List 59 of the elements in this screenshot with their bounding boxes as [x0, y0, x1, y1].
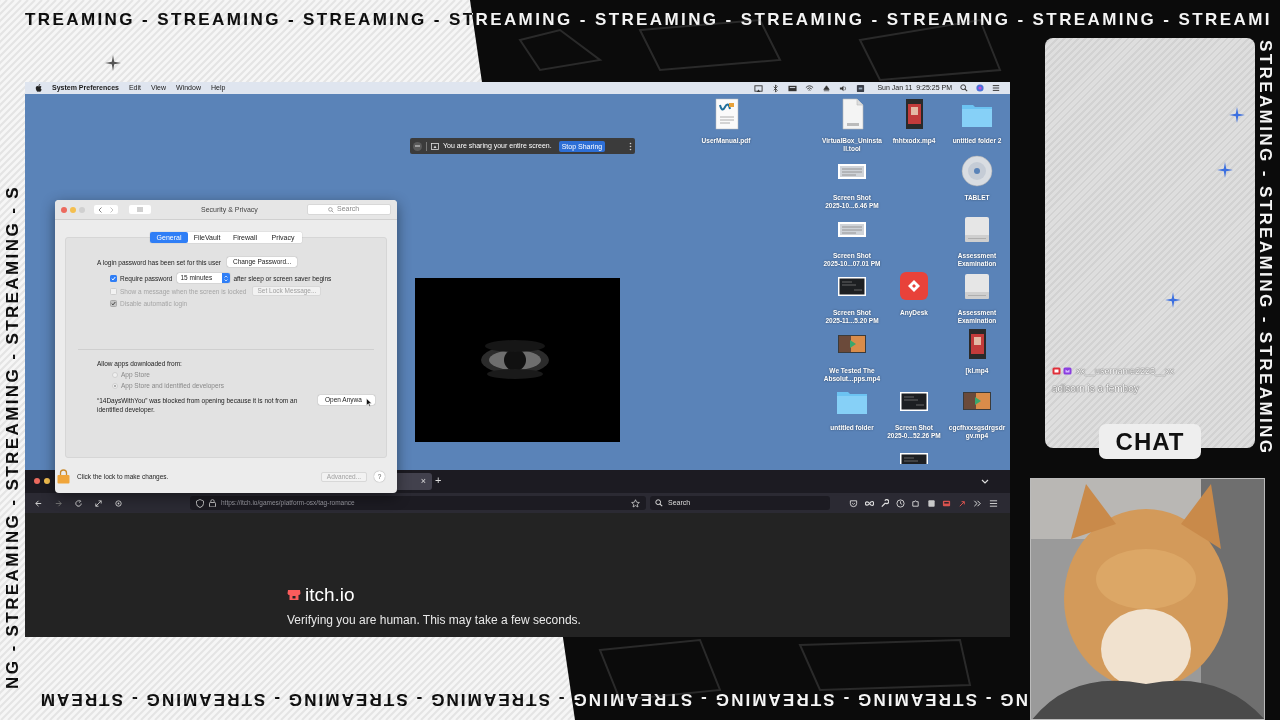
- search-icon: [328, 206, 334, 213]
- search-icon[interactable]: [960, 84, 968, 92]
- keyboard-icon[interactable]: [788, 83, 798, 93]
- sparkle-icon: [1229, 107, 1245, 123]
- browser-tab[interactable]: ×: [397, 473, 432, 490]
- chat-label: CHAT: [1099, 424, 1201, 459]
- itch-logo-icon: [287, 589, 301, 601]
- checkbox[interactable]: [110, 274, 117, 282]
- tab-close-button[interactable]: ×: [420, 477, 426, 486]
- wifi-icon[interactable]: [805, 83, 815, 93]
- chevron-right-icon: [110, 206, 114, 213]
- reload-icon[interactable]: [74, 498, 83, 508]
- apple-logo-icon[interactable]: [35, 84, 42, 92]
- bookmark-star-icon[interactable]: [631, 498, 640, 508]
- sparkle-icon: [1217, 162, 1233, 178]
- chevron-down-icon[interactable]: [981, 479, 989, 484]
- banner-text: NG - STREAMING - STREAMING - STREAMING - S: [3, 183, 23, 689]
- collapse-button[interactable]: [413, 141, 422, 151]
- clock-icon[interactable]: [895, 498, 905, 508]
- disc-icon[interactable]: [961, 155, 993, 187]
- badge-icon: [1063, 367, 1072, 376]
- lock-icon[interactable]: [209, 499, 216, 507]
- close-button[interactable]: [34, 478, 40, 484]
- back-icon[interactable]: [34, 498, 43, 508]
- pocket-icon[interactable]: [849, 498, 858, 508]
- extension-icon[interactable]: [926, 498, 936, 508]
- app-icon[interactable]: [898, 270, 930, 302]
- verification-message: Verifying you are human. This may take a few seconds.: [287, 613, 582, 627]
- search-icon: [655, 499, 663, 507]
- volume-icon[interactable]: [839, 83, 849, 93]
- screen-share-icon: [431, 142, 439, 150]
- minus-icon: [415, 145, 420, 147]
- eject-icon[interactable]: [822, 83, 832, 93]
- siri-icon[interactable]: [976, 84, 984, 92]
- cursor-icon: [366, 398, 372, 407]
- chevron-left-icon: [98, 206, 102, 213]
- shield-icon[interactable]: [196, 498, 204, 508]
- menu-icon[interactable]: [988, 498, 998, 508]
- minimize-button[interactable]: [44, 478, 50, 484]
- stepper-icon: [224, 274, 229, 282]
- sparkle-icon: [105, 55, 121, 71]
- sparkle-icon: [1165, 292, 1181, 308]
- bluetooth-icon[interactable]: [771, 83, 781, 93]
- screen-mirroring-icon[interactable]: [754, 83, 764, 93]
- grid-icon: [137, 207, 143, 212]
- extension-icon[interactable]: [942, 498, 951, 508]
- site-name: itch.io: [305, 585, 355, 605]
- infinity-icon[interactable]: [864, 498, 874, 508]
- expand-icon[interactable]: [94, 498, 103, 508]
- settings-icon[interactable]: [114, 498, 123, 508]
- forward-icon[interactable]: [54, 498, 63, 508]
- control-center-icon[interactable]: [992, 84, 1000, 92]
- overflow-icon[interactable]: [973, 498, 982, 508]
- badge-icon: [1052, 367, 1061, 376]
- banner-text: STREAMING - STREAMING - STREAMING: [1255, 40, 1275, 458]
- wrench-icon[interactable]: [880, 498, 889, 508]
- input-source-icon[interactable]: [856, 83, 866, 93]
- banner-text: NG - STREAMING - STREAMING - STREAMING - STREAMING - STREAMING - STREAMING - STREAM: [37, 689, 1028, 710]
- new-tab-button[interactable]: +: [435, 475, 442, 486]
